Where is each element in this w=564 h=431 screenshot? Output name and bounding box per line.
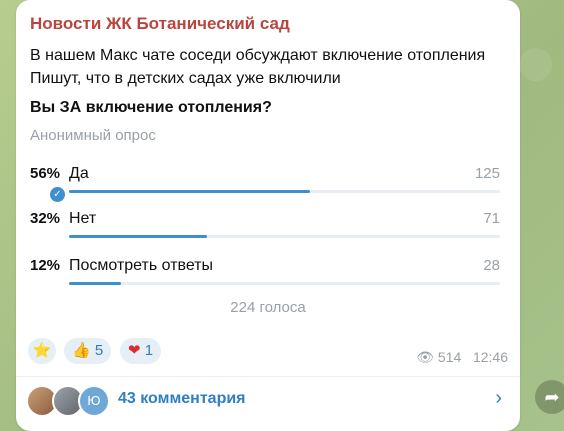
- poll-option-percent: 56%: [30, 165, 61, 182]
- message-meta: 👁 514 12:46: [416, 349, 508, 366]
- reaction-heart[interactable]: ❤ 1: [120, 338, 162, 364]
- reaction-star[interactable]: ⭐: [28, 338, 56, 364]
- reaction-thumbs-up[interactable]: 👍 5: [64, 338, 112, 364]
- poll-total-votes[interactable]: 224 голоса: [16, 299, 520, 316]
- message-line-2: Пишут, что в детских садах уже включили: [30, 70, 341, 87]
- poll-option-count: 28: [483, 257, 500, 274]
- poll-option-count: 125: [474, 165, 500, 182]
- poll-option-count: 71: [483, 210, 500, 227]
- share-button[interactable]: ➦: [535, 380, 564, 414]
- message-time: 12:46: [472, 349, 508, 365]
- poll-option-label: Посмотреть ответы: [69, 257, 214, 274]
- poll-option-view-answers[interactable]: 12% Посмотреть ответы 28: [16, 257, 520, 297]
- poll-option-track: [69, 282, 500, 285]
- poll-option-label: Нет: [69, 210, 97, 227]
- poll-option-percent: 32%: [30, 210, 61, 227]
- poll-option-track: [69, 235, 500, 238]
- voted-check-icon: ✓: [48, 185, 67, 204]
- eye-icon: 👁: [416, 349, 435, 365]
- chevron-right-icon: ›: [495, 387, 502, 409]
- poll-option-label: Да: [69, 165, 89, 182]
- poll-option-yes[interactable]: 56% Да 125 ✓: [16, 165, 520, 205]
- poll-option-no[interactable]: 32% Нет 71: [16, 210, 520, 250]
- poll-option-bar: [69, 235, 207, 238]
- poll-question: Вы ЗА включение отопления?: [30, 99, 272, 116]
- reaction-count: 1: [144, 342, 154, 359]
- views-count: 514: [437, 349, 462, 365]
- message-text: В нашем Макс чате соседи обсуждают включ…: [30, 44, 485, 90]
- poll-option-bar: [69, 282, 121, 285]
- heart-icon: ❤: [128, 342, 141, 359]
- poll-option-track: [69, 190, 500, 193]
- commenter-avatar: Ю: [78, 385, 110, 417]
- comments-label: 43 комментария: [118, 390, 246, 407]
- message-bubble: Новости ЖК Ботанический сад В нашем Макс…: [16, 0, 520, 431]
- poll-option-bar: [69, 190, 311, 193]
- reaction-count: 5: [94, 342, 104, 359]
- thumbs-up-icon: 👍: [72, 342, 91, 359]
- channel-name[interactable]: Новости ЖК Ботанический сад: [30, 14, 290, 34]
- comments-button[interactable]: Ю 43 комментария ›: [16, 377, 520, 421]
- poll-type: Анонимный опрос: [30, 127, 156, 144]
- star-icon: ⭐: [32, 342, 52, 359]
- share-arrow-icon: ➦: [544, 387, 560, 407]
- message-line-1: В нашем Макс чате соседи обсуждают включ…: [30, 47, 486, 64]
- poll-option-percent: 12%: [30, 257, 61, 274]
